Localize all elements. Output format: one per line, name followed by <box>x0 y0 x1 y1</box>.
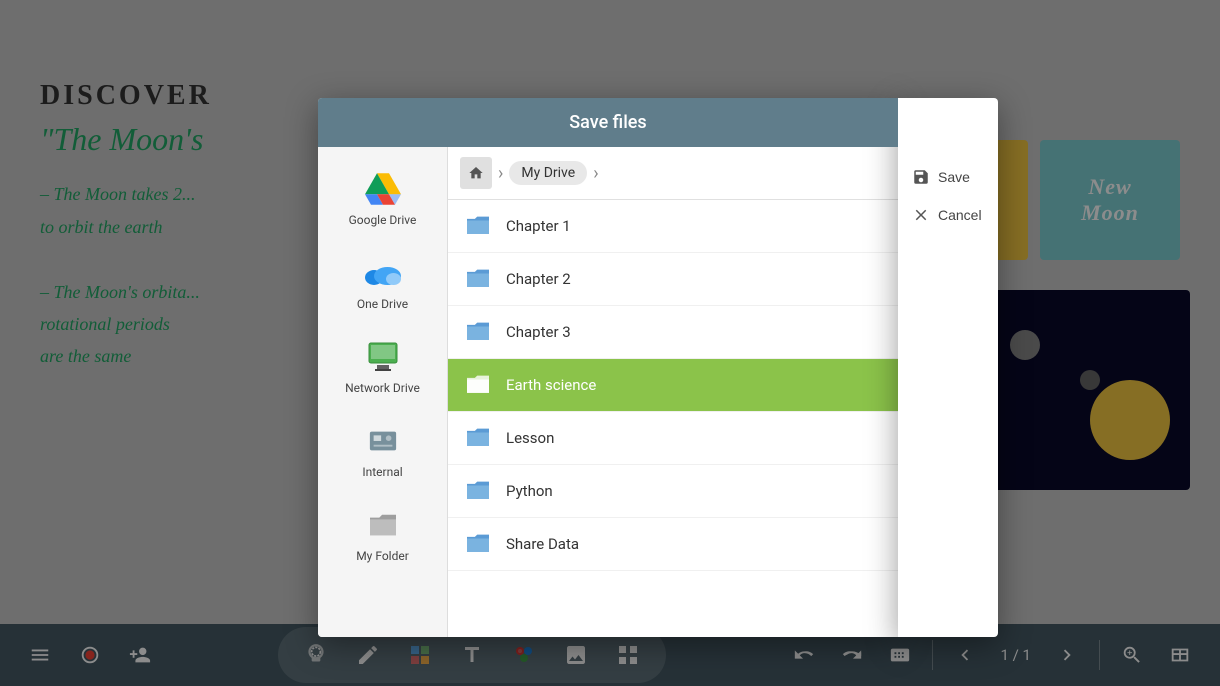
netdrive-icon <box>365 339 401 375</box>
file-item-chapter3[interactable]: Chapter 3 <box>448 306 898 359</box>
myfolder-label: My Folder <box>356 549 409 563</box>
file-list: Chapter 1 Chapter 2 <box>448 200 898 637</box>
file-item-chapter1[interactable]: Chapter 1 <box>448 200 898 253</box>
myfolder-icon <box>365 507 401 543</box>
nav-path-chip[interactable]: My Drive <box>509 161 587 185</box>
file-item-lesson[interactable]: Lesson <box>448 412 898 465</box>
drive-item-onedrive[interactable]: One Drive <box>318 241 447 325</box>
drive-item-myfolder[interactable]: My Folder <box>318 493 447 577</box>
file-name-chapter2: Chapter 2 <box>506 270 571 288</box>
google-drive-icon <box>365 171 401 207</box>
onedrive-icon <box>365 255 401 291</box>
file-name-chapter1: Chapter 1 <box>506 217 571 235</box>
file-item-earthscience[interactable]: Earth science <box>448 359 898 412</box>
drive-item-network[interactable]: Network Drive <box>318 325 447 409</box>
drives-panel: Google Drive One Drive <box>318 147 448 637</box>
dialog-container: Save files Google <box>318 98 998 637</box>
netdrive-label: Network Drive <box>345 381 420 395</box>
folder-icon-chapter1 <box>464 212 492 240</box>
internal-label: Internal <box>362 465 402 479</box>
drive-item-google[interactable]: Google Drive <box>318 157 447 241</box>
onedrive-label: One Drive <box>357 297 408 311</box>
dialog-title: Save files <box>569 112 646 133</box>
dialog-side-actions: Save Cancel <box>898 98 998 637</box>
file-name-chapter3: Chapter 3 <box>506 323 571 341</box>
drive-item-internal[interactable]: Internal <box>318 409 447 493</box>
folder-icon-earthscience <box>464 371 492 399</box>
cancel-button[interactable]: Cancel <box>898 196 998 234</box>
folder-icon-chapter3 <box>464 318 492 346</box>
nav-home-button[interactable] <box>460 157 492 189</box>
google-drive-label: Google Drive <box>349 213 417 227</box>
file-item-chapter2[interactable]: Chapter 2 <box>448 253 898 306</box>
files-panel: › My Drive › Chapter 1 <box>448 147 898 637</box>
nav-breadcrumb-arrow: › <box>498 163 503 184</box>
cancel-label: Cancel <box>938 207 982 223</box>
dialog-header: Save files <box>318 98 898 147</box>
save-button[interactable]: Save <box>898 158 998 196</box>
file-name-sharedata: Share Data <box>506 535 579 553</box>
nav-bar: › My Drive › <box>448 147 898 200</box>
dialog-body: Google Drive One Drive <box>318 147 898 637</box>
file-item-python[interactable]: Python <box>448 465 898 518</box>
folder-icon-python <box>464 477 492 505</box>
file-name-lesson: Lesson <box>506 429 554 447</box>
folder-icon-lesson <box>464 424 492 452</box>
file-item-sharedata[interactable]: Share Data <box>448 518 898 571</box>
save-label: Save <box>938 169 970 185</box>
save-files-dialog: Save files Google <box>318 98 898 637</box>
folder-icon-chapter2 <box>464 265 492 293</box>
file-name-python: Python <box>506 482 553 500</box>
file-name-earthscience: Earth science <box>506 376 596 394</box>
internal-icon <box>365 423 401 459</box>
folder-icon-sharedata <box>464 530 492 558</box>
nav-forward-arrow: › <box>593 163 598 184</box>
